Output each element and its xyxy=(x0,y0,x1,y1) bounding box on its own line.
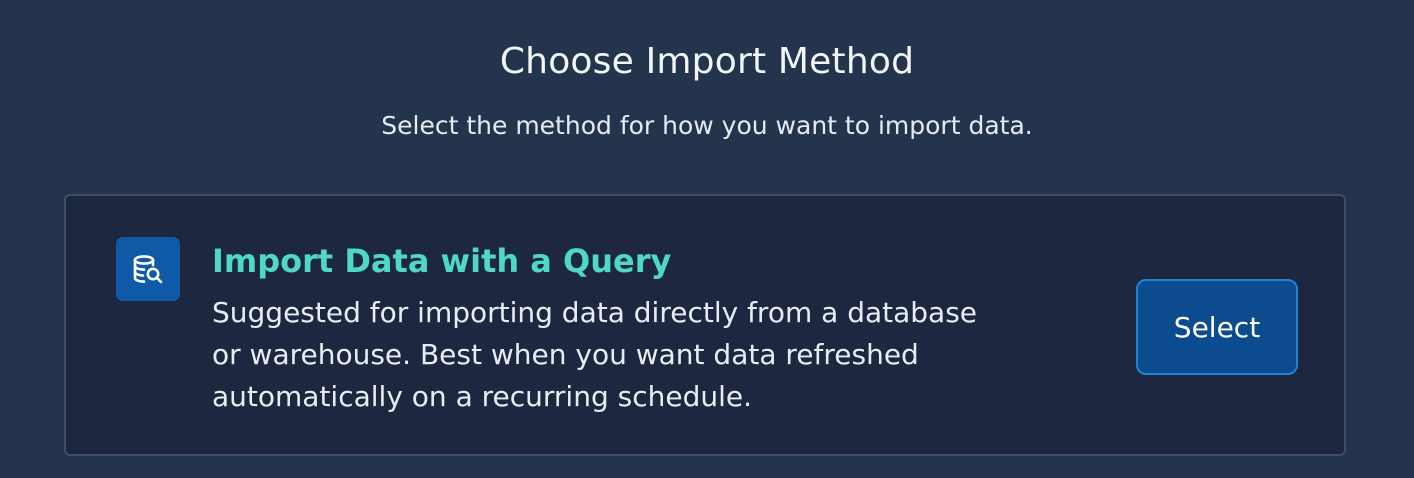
page-subtitle: Select the method for how you want to im… xyxy=(381,111,1033,140)
database-search-icon xyxy=(116,237,180,301)
option-title: Import Data with a Query xyxy=(212,242,672,280)
import-option-card-query: Import Data with a Query Suggested for i… xyxy=(64,194,1346,456)
option-description-line: or warehouse. Best when you want data re… xyxy=(212,338,919,371)
page-title: Choose Import Method xyxy=(499,41,915,82)
select-button[interactable]: Select xyxy=(1136,279,1298,375)
option-description-line: automatically on a recurring schedule. xyxy=(212,380,752,413)
option-description-line: Suggested for importing data directly fr… xyxy=(212,296,978,329)
option-description: Suggested for importing data directly fr… xyxy=(212,292,1052,418)
